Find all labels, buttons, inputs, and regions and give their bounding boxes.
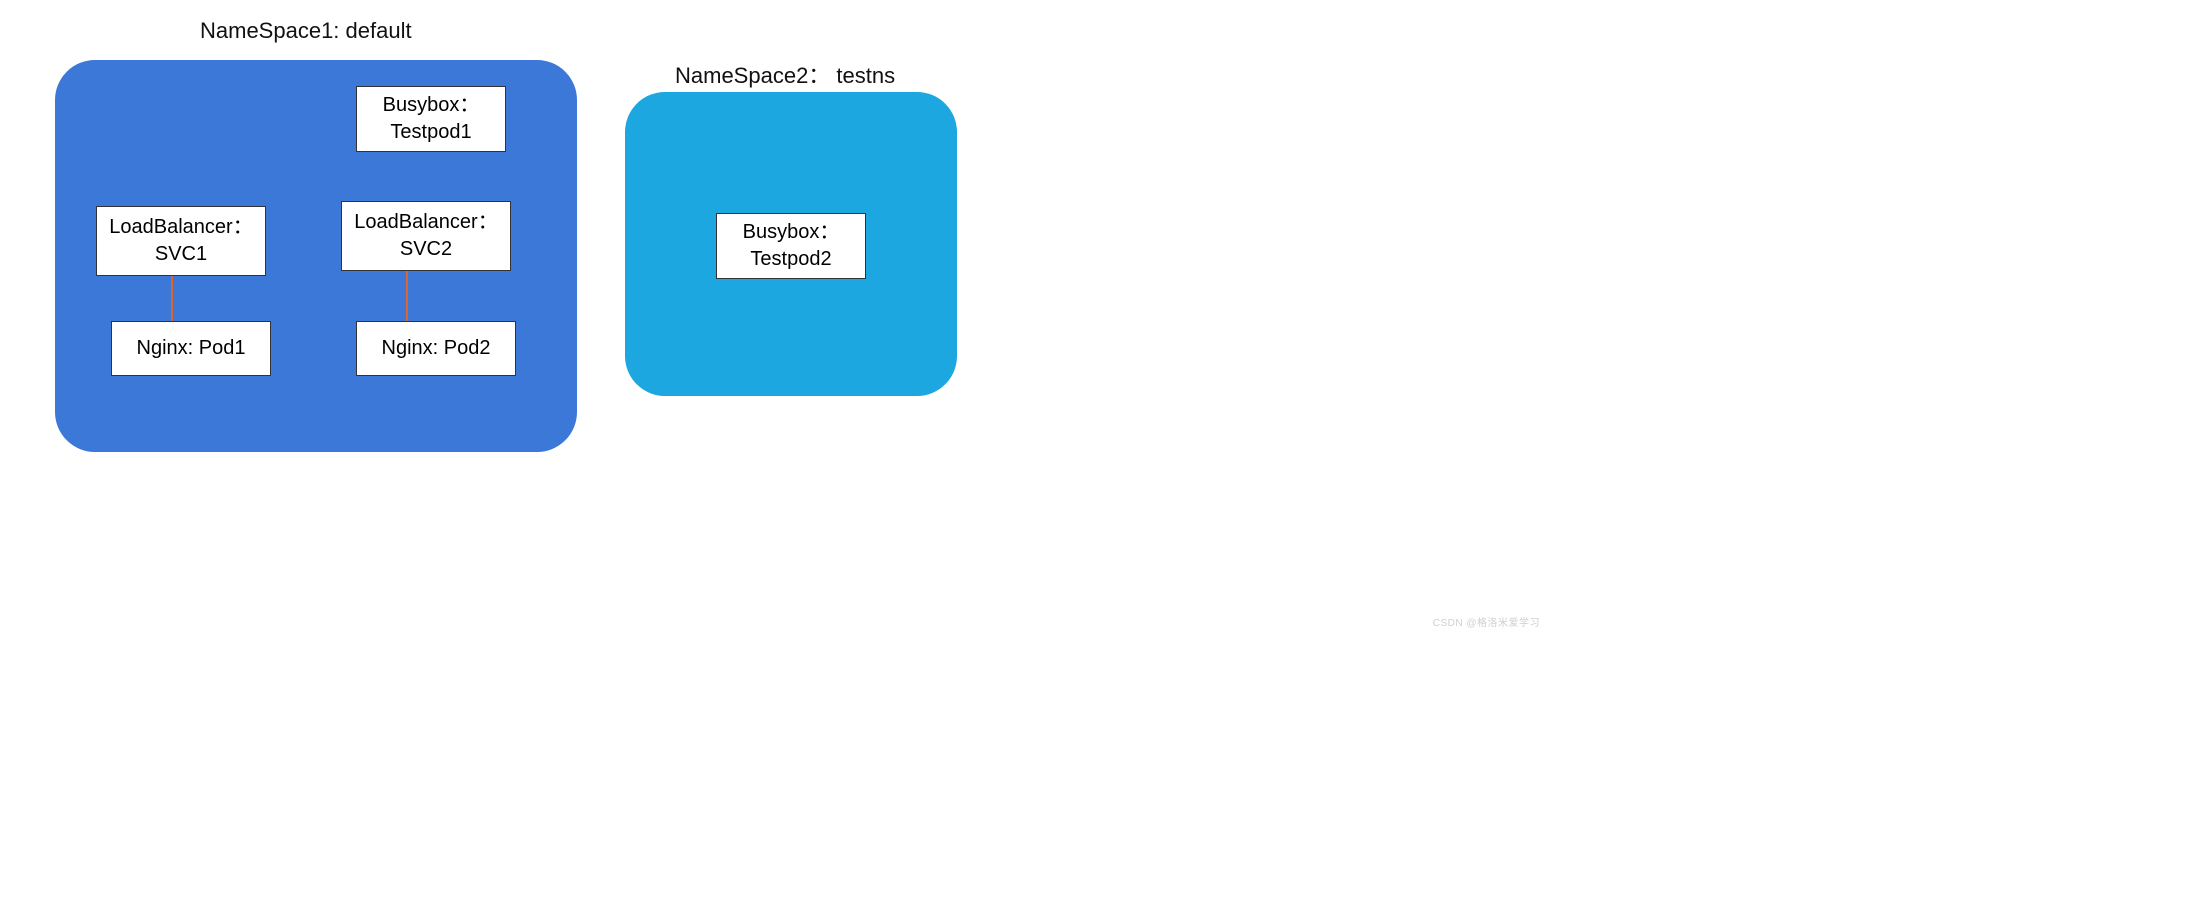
svc1-line2: SVC1 [155, 241, 207, 268]
busybox-testpod1-box: Busybox： Testpod1 [356, 86, 506, 152]
watermark-text: CSDN @格洛米爱学习 [1433, 614, 1540, 629]
svc1-to-pod1-connector [171, 276, 173, 321]
busybox-testpod2-line1: Busybox： [743, 219, 840, 246]
pod2-label: Nginx: Pod2 [382, 335, 491, 362]
busybox-testpod2-box: Busybox： Testpod2 [716, 213, 866, 279]
svc2-box: LoadBalancer： SVC2 [341, 201, 511, 271]
svc2-line1: LoadBalancer： [354, 209, 497, 236]
svc1-line1: LoadBalancer： [109, 214, 252, 241]
diagram-canvas: NameSpace1: default NameSpace2： testns B… [0, 0, 1548, 635]
namespace1-box: Busybox： Testpod1 LoadBalancer： SVC1 Loa… [55, 60, 577, 452]
svc2-line2: SVC2 [400, 236, 452, 263]
svc2-to-pod2-connector [406, 271, 408, 321]
pod1-box: Nginx: Pod1 [111, 321, 271, 376]
busybox-testpod1-line1: Busybox： [383, 92, 480, 119]
namespace1-title: NameSpace1: default [200, 18, 412, 44]
busybox-testpod1-line2: Testpod1 [390, 119, 471, 146]
pod1-label: Nginx: Pod1 [137, 335, 246, 362]
svc1-box: LoadBalancer： SVC1 [96, 206, 266, 276]
namespace2-box: Busybox： Testpod2 [625, 92, 957, 396]
namespace2-title: NameSpace2： testns [675, 58, 895, 90]
busybox-testpod2-line2: Testpod2 [750, 246, 831, 273]
pod2-box: Nginx: Pod2 [356, 321, 516, 376]
